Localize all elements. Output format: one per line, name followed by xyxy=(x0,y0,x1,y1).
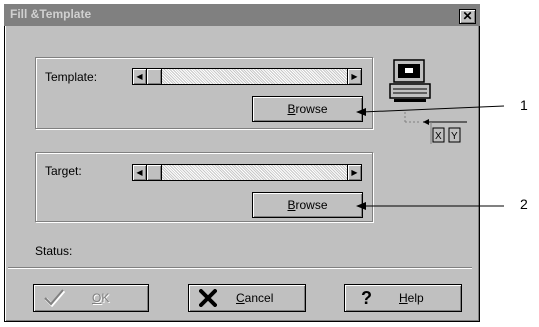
arrow-left-icon[interactable]: ◀ xyxy=(133,69,147,84)
xy-graphic: X Y xyxy=(404,112,467,144)
cancel-button[interactable]: Cancel xyxy=(188,284,306,312)
button-separator xyxy=(8,267,472,269)
template-slider[interactable]: ◀ ▶ xyxy=(132,68,362,85)
close-icon: ✕ xyxy=(462,9,473,23)
computer-icon xyxy=(389,59,431,102)
arrow-right-icon[interactable]: ▶ xyxy=(347,165,361,180)
checkmark-icon xyxy=(44,289,66,307)
window-title: Fill &Template xyxy=(10,7,92,21)
close-button[interactable]: ✕ xyxy=(459,9,476,24)
question-icon: ? xyxy=(361,288,372,308)
ok-button[interactable]: OK xyxy=(33,284,149,312)
y-label: Y xyxy=(451,131,458,142)
arrow-right-icon[interactable]: ▶ xyxy=(347,69,361,84)
x-label: X xyxy=(435,131,442,142)
template-slider-thumb[interactable] xyxy=(147,69,162,84)
target-slider[interactable]: ◀ ▶ xyxy=(132,164,362,181)
template-label: Template: xyxy=(45,70,98,84)
callout-1: 1 xyxy=(520,97,528,113)
callout-2: 2 xyxy=(520,196,528,212)
target-slider-thumb[interactable] xyxy=(147,165,162,180)
template-browse-button[interactable]: Browse xyxy=(252,96,363,122)
target-label: Target: xyxy=(45,164,82,178)
arrow-left-icon[interactable]: ◀ xyxy=(133,165,147,180)
target-browse-button[interactable]: Browse xyxy=(252,192,363,218)
status-label: Status: xyxy=(35,244,73,258)
x-mark-icon xyxy=(199,289,217,307)
help-button[interactable]: ? Help xyxy=(344,284,462,312)
title-bar: Fill &Template ✕ xyxy=(4,4,480,26)
